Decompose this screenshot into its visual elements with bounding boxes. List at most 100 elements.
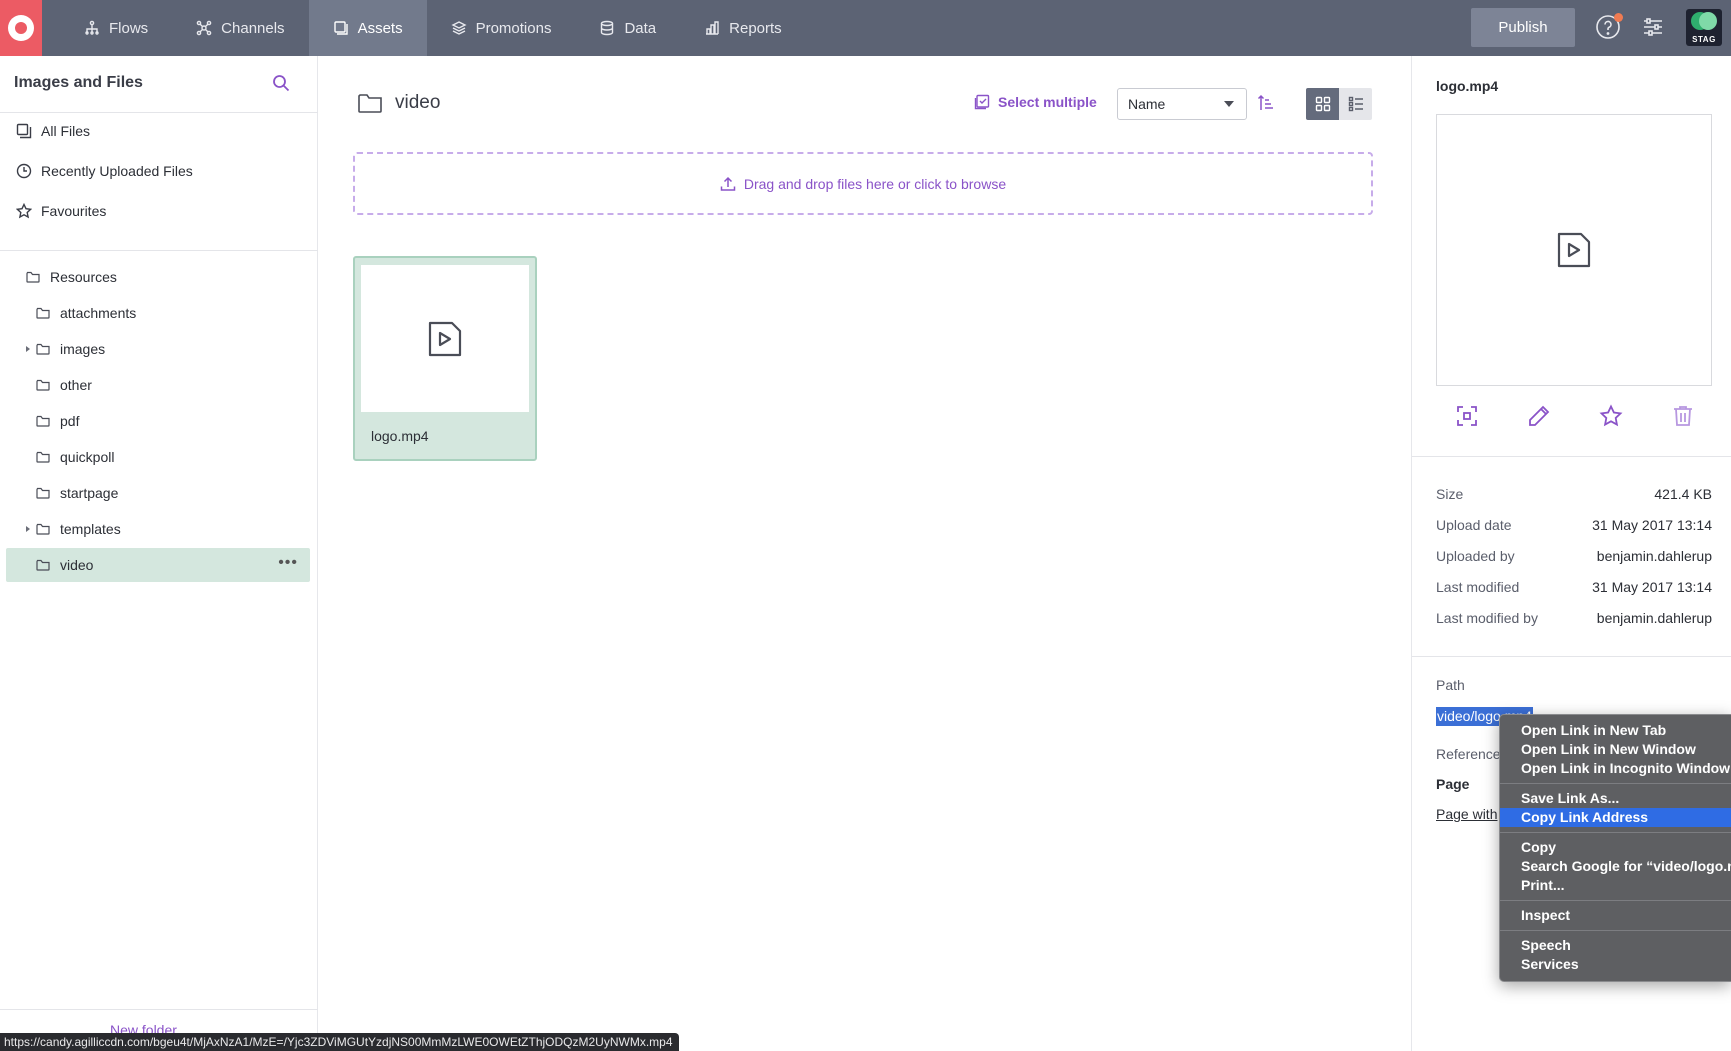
tree-item-other[interactable]: other: [6, 368, 310, 402]
sort-select[interactable]: Name: [1117, 88, 1247, 120]
meta-row-size: Size 421.4 KB: [1436, 486, 1712, 502]
video-file-icon: [1557, 232, 1591, 268]
caret-right-icon[interactable]: [24, 345, 32, 353]
tree-item-label: Resources: [50, 269, 117, 285]
nav-flows-label: Flows: [109, 19, 149, 37]
menu-print[interactable]: Print...: [1500, 876, 1731, 895]
tree-item-images[interactable]: images: [6, 332, 310, 366]
sidebar-item-label: Favourites: [41, 203, 107, 219]
sort-select-value: Name: [1128, 96, 1166, 112]
tree-item-quickpoll[interactable]: quickpoll: [6, 440, 310, 474]
nav-promotions[interactable]: Promotions: [427, 0, 576, 56]
nav-flows[interactable]: Flows: [60, 0, 172, 56]
folder-icon: [36, 379, 50, 391]
select-multiple-label: Select multiple: [998, 94, 1097, 110]
menu-separator: [1500, 900, 1731, 901]
sidebar: Images and Files All Files Recently Uplo…: [0, 56, 318, 1051]
nav-assets-label: Assets: [357, 19, 403, 37]
nav-channels[interactable]: Channels: [172, 0, 308, 56]
tree-item-templates[interactable]: templates: [6, 512, 310, 546]
logo-icon: [8, 15, 34, 41]
tree-item-label: attachments: [60, 305, 137, 321]
menu-open-incognito[interactable]: Open Link in Incognito Window: [1500, 759, 1731, 778]
sidebar-item-favourites[interactable]: Favourites: [16, 203, 106, 219]
all-files-icon: [16, 123, 32, 139]
tree-item-label: startpage: [60, 485, 119, 501]
tree-item-startpage[interactable]: startpage: [6, 476, 310, 510]
chevron-down-icon: [1224, 101, 1234, 107]
nav-channels-label: Channels: [221, 19, 285, 37]
folder-icon: [36, 343, 50, 355]
sidebar-title: Images and Files: [14, 74, 143, 91]
tree-root-resources[interactable]: Resources: [6, 260, 310, 294]
reports-icon: [706, 21, 719, 35]
meta-value: benjamin.dahlerup: [1596, 610, 1712, 626]
app-logo[interactable]: [0, 0, 42, 56]
dropzone-text: Drag and drop files here or click to bro…: [743, 175, 1007, 192]
publish-button[interactable]: Publish: [1471, 8, 1575, 47]
meta-key: Upload date: [1436, 517, 1512, 533]
menu-services[interactable]: Services: [1500, 955, 1731, 974]
sliders-icon[interactable]: [1642, 16, 1664, 38]
menu-open-new-tab[interactable]: Open Link in New Tab: [1500, 721, 1731, 740]
fullscreen-icon[interactable]: [1455, 404, 1479, 428]
divider: [1412, 456, 1731, 457]
star-icon[interactable]: [1599, 404, 1623, 428]
sidebar-item-recent[interactable]: Recently Uploaded Files: [16, 163, 193, 179]
menu-inspect[interactable]: Inspect: [1500, 906, 1731, 925]
grid-view-button[interactable]: [1306, 88, 1339, 120]
sort-ascending-icon[interactable]: [1257, 94, 1275, 112]
folder-header: video: [357, 92, 440, 114]
status-bar-url: https://candy.agilliccdn.com/bgeu4t/MjAx…: [0, 1033, 679, 1051]
file-name: logo.mp4: [371, 428, 429, 444]
edit-icon[interactable]: [1527, 404, 1551, 428]
menu-search-google[interactable]: Search Google for “video/logo.mp4”: [1500, 857, 1731, 876]
menu-save-link-as[interactable]: Save Link As...: [1500, 789, 1731, 808]
search-icon[interactable]: [272, 74, 290, 92]
menu-copy[interactable]: Copy: [1500, 838, 1731, 857]
tree-item-attachments[interactable]: attachments: [6, 296, 310, 330]
page-title: video: [395, 92, 441, 113]
meta-row-last-modified: Last modified 31 May 2017 13:14: [1436, 579, 1712, 595]
meta-value: 31 May 2017 13:14: [1592, 517, 1712, 533]
page-label: Page: [1436, 776, 1470, 792]
environment-badge[interactable]: STAG: [1686, 9, 1722, 46]
assets-icon: [333, 21, 348, 35]
nav-data[interactable]: Data: [575, 0, 680, 56]
tree-item-pdf[interactable]: pdf: [6, 404, 310, 438]
tree-item-label: pdf: [60, 413, 80, 429]
menu-separator: [1500, 783, 1731, 784]
more-options-icon[interactable]: •••: [278, 555, 298, 571]
divider: [0, 112, 318, 113]
sidebar-item-label: Recently Uploaded Files: [41, 163, 193, 179]
star-icon: [16, 203, 32, 219]
menu-open-new-window[interactable]: Open Link in New Window: [1500, 740, 1731, 759]
folder-icon: [36, 307, 50, 319]
trash-icon[interactable]: [1671, 404, 1695, 428]
menu-copy-link-address[interactable]: Copy Link Address: [1500, 808, 1731, 827]
select-multiple-button[interactable]: Select multiple: [974, 94, 1097, 110]
meta-row-upload-date: Upload date 31 May 2017 13:14: [1436, 517, 1712, 533]
file-thumbnail: [361, 265, 529, 412]
notification-dot: [1614, 13, 1623, 22]
page-link[interactable]: Page with: [1436, 806, 1497, 822]
divider: [0, 1009, 318, 1010]
details-file-name: logo.mp4: [1436, 78, 1499, 94]
upload-dropzone[interactable]: Drag and drop files here or click to bro…: [353, 152, 1373, 215]
caret-right-icon[interactable]: [24, 525, 32, 533]
nav-assets[interactable]: Assets: [308, 0, 427, 56]
meta-key: Last modified: [1436, 579, 1520, 595]
checkbox-multi-icon: [974, 94, 990, 110]
folder-icon: [36, 559, 50, 571]
file-card[interactable]: logo.mp4: [353, 256, 537, 461]
menu-speech[interactable]: Speech: [1500, 936, 1731, 955]
list-view-button[interactable]: [1339, 88, 1372, 120]
folder-icon: [36, 415, 50, 427]
path-label: Path: [1436, 677, 1465, 693]
sidebar-item-all-files[interactable]: All Files: [16, 123, 90, 139]
tree-item-video[interactable]: video •••: [6, 548, 310, 582]
folder-icon: [36, 451, 50, 463]
tree-item-label: video: [60, 557, 94, 573]
nav-reports[interactable]: Reports: [680, 0, 806, 56]
data-icon: [601, 20, 614, 36]
